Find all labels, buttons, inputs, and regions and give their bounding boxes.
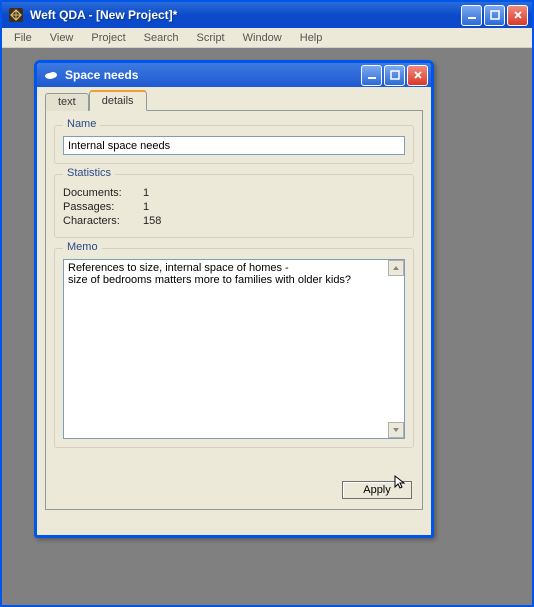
scroll-up-button[interactable] <box>388 260 404 276</box>
minimize-button[interactable] <box>461 5 482 26</box>
memo-textarea[interactable] <box>63 259 405 439</box>
name-legend: Name <box>63 118 100 130</box>
main-window-controls <box>461 5 528 26</box>
menu-file[interactable]: File <box>6 30 40 46</box>
child-titlebar: Space needs <box>37 63 431 87</box>
memo-group: Memo <box>54 248 414 448</box>
tab-strip: text details <box>45 91 423 111</box>
stat-passages-value: 1 <box>143 201 149 213</box>
cloud-icon <box>43 67 59 83</box>
main-window: Weft QDA - [New Project]* File View Proj… <box>0 0 534 607</box>
stat-characters-label: Characters: <box>63 215 143 227</box>
stat-documents-label: Documents: <box>63 187 143 199</box>
main-titlebar: Weft QDA - [New Project]* <box>2 2 532 28</box>
menu-help[interactable]: Help <box>292 30 331 46</box>
menu-script[interactable]: Script <box>189 30 233 46</box>
menubar: File View Project Search Script Window H… <box>2 28 532 48</box>
stat-passages-label: Passages: <box>63 201 143 213</box>
child-window-controls <box>361 65 428 86</box>
child-minimize-button[interactable] <box>361 65 382 86</box>
tab-text[interactable]: text <box>45 93 89 111</box>
app-icon <box>8 7 24 23</box>
close-button[interactable] <box>507 5 528 26</box>
child-title: Space needs <box>65 68 361 82</box>
menu-view[interactable]: View <box>42 30 82 46</box>
name-input[interactable] <box>63 136 405 155</box>
child-maximize-button[interactable] <box>384 65 405 86</box>
stat-documents: Documents: 1 <box>63 187 405 199</box>
button-row: Apply <box>342 481 412 499</box>
stat-documents-value: 1 <box>143 187 149 199</box>
statistics-legend: Statistics <box>63 167 115 179</box>
main-title: Weft QDA - [New Project]* <box>30 8 461 22</box>
child-body: text details Name Statistics Documents: … <box>37 87 431 518</box>
name-group: Name <box>54 125 414 164</box>
menu-window[interactable]: Window <box>235 30 290 46</box>
stat-characters-value: 158 <box>143 215 161 227</box>
details-panel: Name Statistics Documents: 1 Passages: 1 <box>45 110 423 510</box>
scroll-down-button[interactable] <box>388 422 404 438</box>
maximize-button[interactable] <box>484 5 505 26</box>
tab-details[interactable]: details <box>89 91 147 111</box>
stat-passages: Passages: 1 <box>63 201 405 213</box>
memo-legend: Memo <box>63 241 102 253</box>
menu-project[interactable]: Project <box>83 30 133 46</box>
child-close-button[interactable] <box>407 65 428 86</box>
child-window: Space needs text details <box>34 60 434 538</box>
menu-search[interactable]: Search <box>136 30 187 46</box>
stat-characters: Characters: 158 <box>63 215 405 227</box>
apply-button[interactable]: Apply <box>342 481 412 499</box>
statistics-group: Statistics Documents: 1 Passages: 1 Char… <box>54 174 414 238</box>
mdi-area: Space needs text details <box>4 50 530 603</box>
